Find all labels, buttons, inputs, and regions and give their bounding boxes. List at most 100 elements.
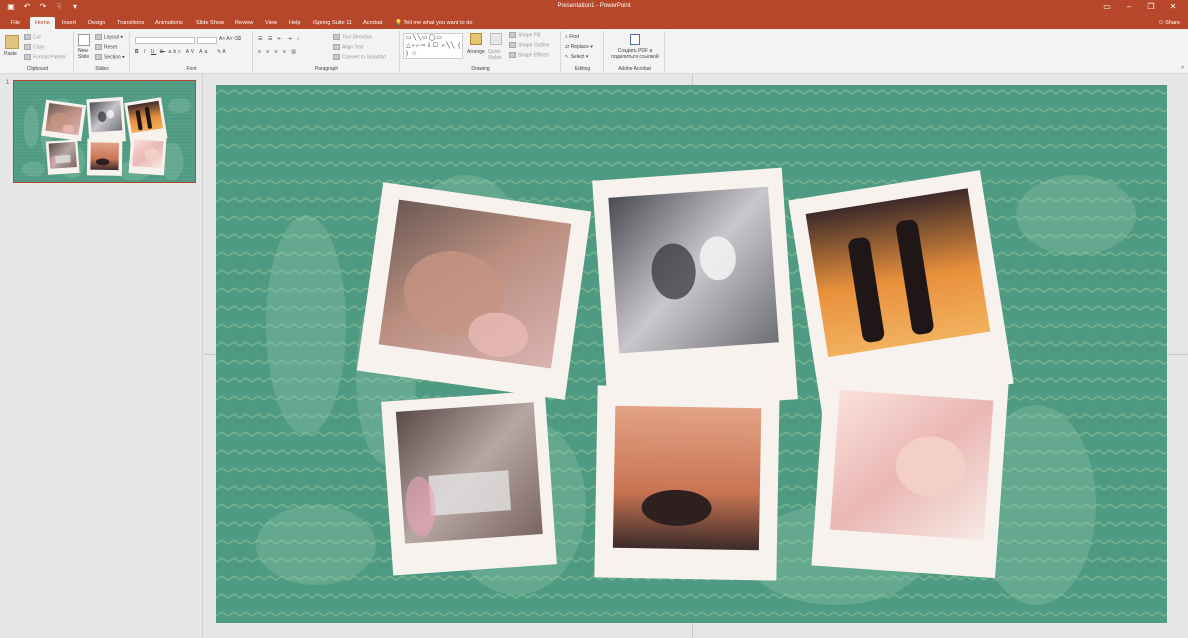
font-color-button[interactable]: ✎ A bbox=[217, 49, 226, 55]
title-bar: ▣ ↶ ↷ ☟ ▾ Presentation1 - PowerPoint ▭ –… bbox=[0, 0, 1188, 15]
slide-thumbnail[interactable] bbox=[13, 80, 196, 183]
create-pdf-button[interactable]: Создать PDF и поделиться ссылкой bbox=[607, 48, 663, 60]
editing-group: ⌕ Find ⇄ Replace ▾ ↖ Select ▾ Editing bbox=[562, 31, 604, 72]
list-buttons[interactable]: ☰ ☰ ⇤ ⇥ ↕ bbox=[258, 36, 301, 42]
quick-styles-icon[interactable] bbox=[490, 33, 502, 45]
align-text-icon bbox=[333, 44, 340, 50]
reset-button[interactable]: Reset bbox=[95, 44, 117, 50]
format-painter-button[interactable]: Format Painter bbox=[24, 54, 66, 60]
close-icon[interactable]: ✕ bbox=[1162, 1, 1184, 13]
char-spacing-button[interactable]: AV bbox=[186, 49, 196, 55]
ribbon: Paste Cut Copy Format Painter Clipboard … bbox=[0, 29, 1188, 74]
tab-slide-show[interactable]: Slide Show bbox=[191, 17, 229, 29]
paint-bucket-icon bbox=[509, 32, 516, 38]
cut-button[interactable]: Cut bbox=[24, 34, 41, 40]
tab-insert[interactable]: Insert bbox=[57, 17, 81, 29]
font-name-input[interactable] bbox=[135, 37, 195, 44]
align-text-button[interactable]: Align Text bbox=[333, 44, 364, 50]
new-slide-button[interactable]: New Slide bbox=[78, 48, 92, 60]
shape-fill-button[interactable]: Shape Fill bbox=[509, 32, 540, 38]
shape-outline-button[interactable]: Shape Outline bbox=[509, 42, 550, 48]
pen-icon bbox=[509, 42, 516, 48]
restore-icon[interactable]: ❐ bbox=[1140, 1, 1162, 13]
polaroid-baby-face[interactable] bbox=[357, 182, 591, 399]
polaroid-sunset-silhouette[interactable] bbox=[594, 385, 779, 580]
layout-icon bbox=[95, 34, 102, 40]
section-button[interactable]: Section ▾ bbox=[95, 54, 125, 60]
drawing-label: Drawing bbox=[471, 66, 490, 72]
slide-canvas[interactable] bbox=[216, 85, 1167, 623]
convert-smartart-button[interactable]: Convert to SmartArt bbox=[333, 54, 386, 60]
paste-button[interactable]: Paste bbox=[4, 51, 17, 57]
tab-review[interactable]: Review bbox=[230, 17, 258, 29]
shape-effects-button[interactable]: Shape Effects bbox=[509, 52, 549, 58]
layout-button[interactable]: Layout ▾ bbox=[95, 34, 123, 40]
share-button[interactable]: ⚇ Share bbox=[1158, 17, 1180, 29]
slides-group: New Slide Layout ▾ Reset Section ▾ Slide… bbox=[75, 31, 130, 72]
section-icon bbox=[95, 54, 102, 60]
align-buttons[interactable]: ≡ ≡ ≡ ≡ ▥ bbox=[258, 49, 298, 55]
font-color-label: A bbox=[222, 49, 226, 55]
tab-help[interactable]: Help bbox=[284, 17, 306, 29]
tab-view[interactable]: View bbox=[260, 17, 282, 29]
cursor-icon: ↖ bbox=[565, 54, 570, 60]
font-size-buttons[interactable]: A˄ A˅ ⌫ bbox=[219, 36, 241, 42]
share-label: Share bbox=[1165, 20, 1180, 26]
select-button[interactable]: ↖ Select ▾ bbox=[565, 54, 588, 60]
font-size-input[interactable] bbox=[197, 37, 217, 44]
tell-me-search[interactable]: 💡 Tell me what you want to do bbox=[390, 17, 477, 29]
align-text-label: Align Text bbox=[342, 44, 364, 51]
lightbulb-icon: 💡 bbox=[395, 20, 402, 26]
pdf-icon[interactable] bbox=[630, 34, 640, 45]
bold-button[interactable]: B bbox=[135, 49, 141, 55]
slide-thumbnails-pane: 1 bbox=[0, 74, 203, 638]
highlight-icon: ✎ bbox=[217, 49, 222, 55]
paste-icon[interactable] bbox=[5, 35, 19, 49]
replace-button[interactable]: ⇄ Replace ▾ bbox=[565, 44, 593, 50]
scissors-icon bbox=[24, 34, 31, 40]
polaroid-wedding-bench[interactable] bbox=[381, 390, 557, 575]
minimize-icon[interactable]: – bbox=[1118, 1, 1140, 13]
strike-button[interactable]: S bbox=[160, 49, 165, 55]
clipboard-label: Clipboard bbox=[26, 66, 49, 72]
reset-icon bbox=[95, 44, 102, 50]
tab-design[interactable]: Design bbox=[83, 17, 110, 29]
change-case-button[interactable]: Aa bbox=[199, 49, 209, 55]
copy-button[interactable]: Copy bbox=[24, 44, 45, 50]
effects-icon bbox=[509, 52, 516, 58]
find-button[interactable]: ⌕ Find bbox=[565, 34, 579, 40]
new-slide-icon[interactable] bbox=[78, 34, 90, 46]
polaroid-sleeping-baby[interactable] bbox=[811, 372, 1008, 578]
select-label: Select bbox=[570, 54, 585, 60]
tab-home[interactable]: Home bbox=[30, 17, 55, 29]
ribbon-display-options-icon[interactable]: ▭ bbox=[1096, 1, 1118, 13]
ribbon-tabs: File Home Insert Design Transitions Anim… bbox=[0, 15, 1188, 29]
italic-button[interactable]: I bbox=[144, 49, 147, 55]
font-style-buttons[interactable]: B I U S abc AV Aa bbox=[135, 49, 209, 55]
arrange-button[interactable]: Arrange bbox=[467, 49, 485, 55]
text-direction-label: Text Direction bbox=[342, 34, 373, 41]
slide-thumbnail-preview bbox=[14, 81, 195, 182]
collapse-ribbon-icon[interactable]: ˄ bbox=[1181, 65, 1184, 71]
shapes-gallery[interactable]: ▭╲╲▭◯▭ △⌐⌐⇨⇩☐ ⌐╲╲ { } ☆ bbox=[403, 33, 463, 59]
strikethrough-button[interactable]: abc bbox=[169, 49, 183, 55]
copy-icon bbox=[24, 44, 31, 50]
magnifier-icon: ⌕ bbox=[565, 34, 568, 40]
polaroid-wedding-dance[interactable] bbox=[592, 168, 798, 413]
editing-label: Editing bbox=[574, 66, 591, 72]
slides-label: Slides bbox=[95, 66, 109, 72]
text-direction-icon bbox=[333, 34, 340, 40]
text-direction-button[interactable]: Text Direction bbox=[333, 34, 372, 40]
tab-transitions[interactable]: Transitions bbox=[112, 17, 149, 29]
arrange-icon[interactable] bbox=[470, 33, 482, 45]
quick-styles-button[interactable]: Quick Styles bbox=[488, 49, 506, 61]
tab-animations[interactable]: Animations bbox=[150, 17, 188, 29]
tab-acrobat[interactable]: Acrobat bbox=[358, 17, 387, 29]
tab-file[interactable]: File bbox=[6, 17, 25, 29]
section-label: Section bbox=[104, 54, 121, 61]
tab-ispring[interactable]: iSpring Suite 11 bbox=[308, 17, 357, 29]
replace-icon: ⇄ bbox=[565, 44, 570, 50]
underline-button[interactable]: U bbox=[151, 49, 157, 55]
tell-me-label: Tell me what you want to do bbox=[403, 20, 473, 26]
shape-outline-label: Shape Outline bbox=[518, 42, 550, 49]
